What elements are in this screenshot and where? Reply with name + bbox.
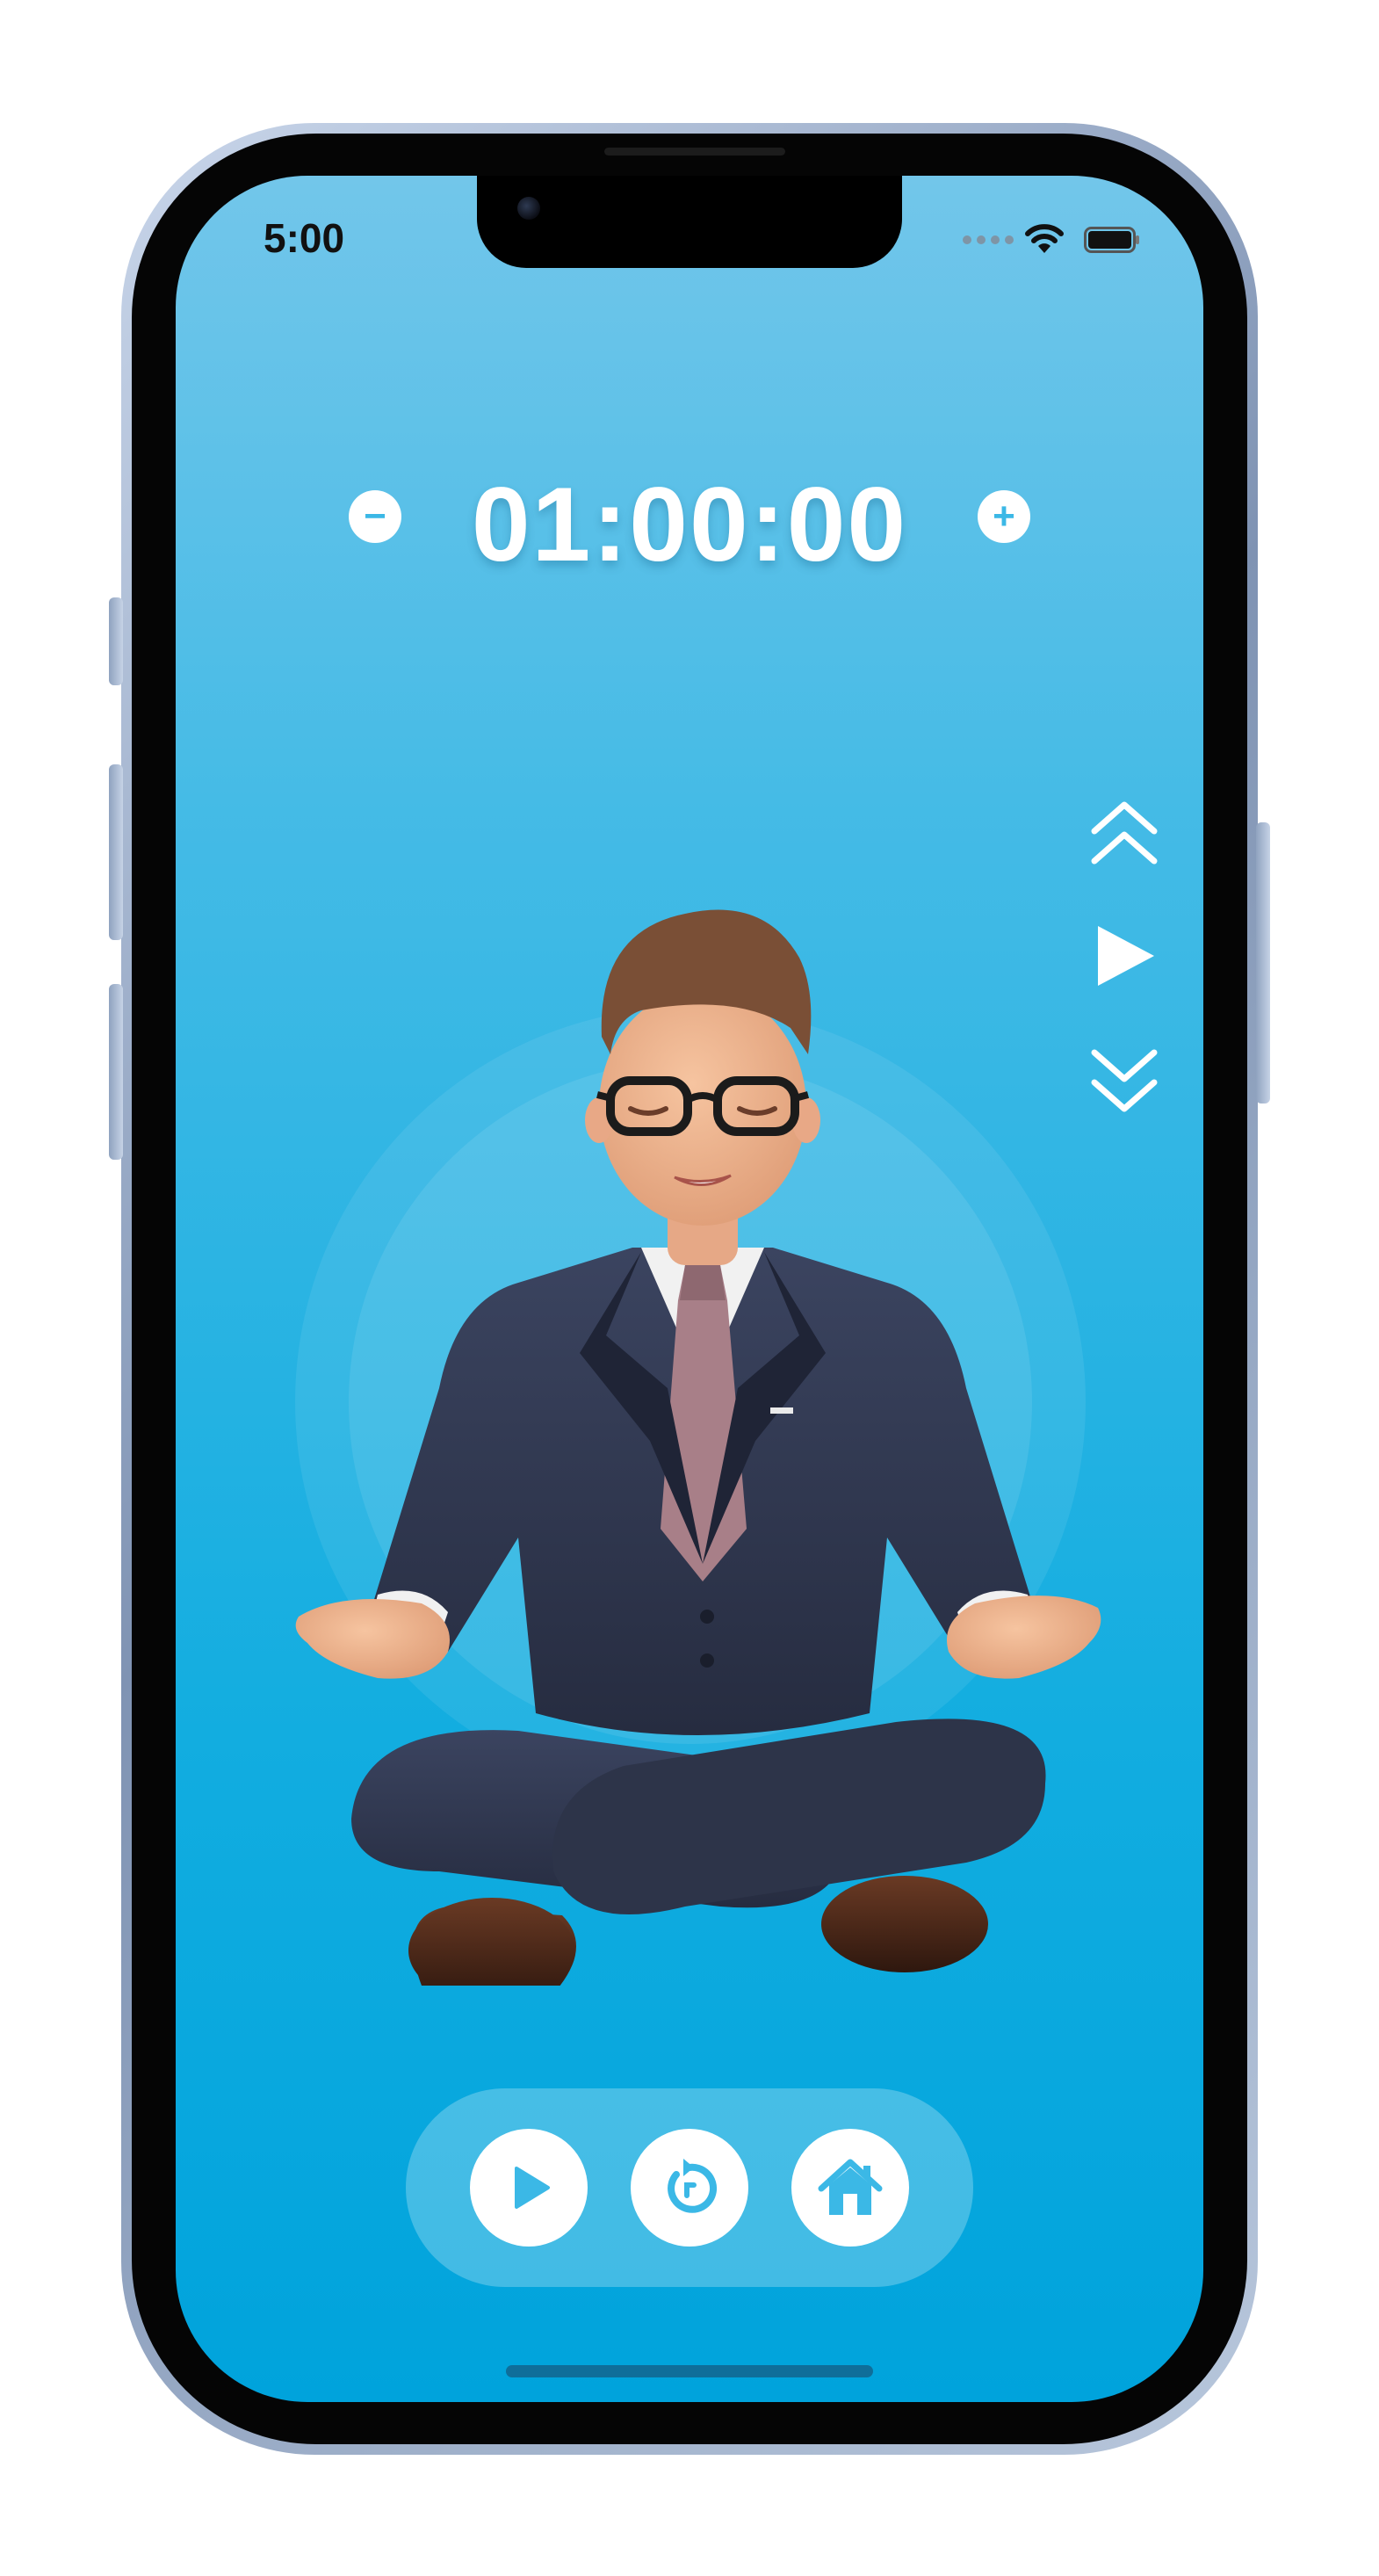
status-icons	[963, 221, 1156, 257]
play-icon	[515, 2167, 550, 2209]
plus-icon: +	[993, 495, 1015, 538]
home-icon	[818, 2159, 883, 2215]
timer-row: − 01:00:00 +	[176, 457, 1203, 583]
home-button[interactable]	[791, 2129, 909, 2247]
volume-up-button	[109, 764, 123, 940]
wifi-icon	[1025, 224, 1064, 253]
front-camera	[517, 197, 540, 220]
silent-switch	[109, 597, 123, 685]
timer-display: 01:00:00	[471, 466, 908, 583]
notch	[477, 176, 902, 268]
restart-icon	[668, 2159, 718, 2213]
home-indicator[interactable]	[506, 2365, 873, 2377]
meditating-businessman-illustration	[295, 909, 1101, 1986]
cellular-signal-icon	[963, 235, 1014, 244]
volume-down-button	[109, 984, 123, 1160]
play-button[interactable]	[470, 2129, 588, 2247]
power-button	[1256, 822, 1270, 1103]
battery-icon	[1084, 227, 1139, 253]
restart-button[interactable]	[631, 2129, 748, 2247]
status-time: 5:00	[264, 215, 345, 261]
app-screen: 5:00 − 01:00:00 +	[176, 176, 1203, 2402]
increase-time-button[interactable]: +	[978, 490, 1030, 543]
speaker-grille	[604, 148, 785, 156]
